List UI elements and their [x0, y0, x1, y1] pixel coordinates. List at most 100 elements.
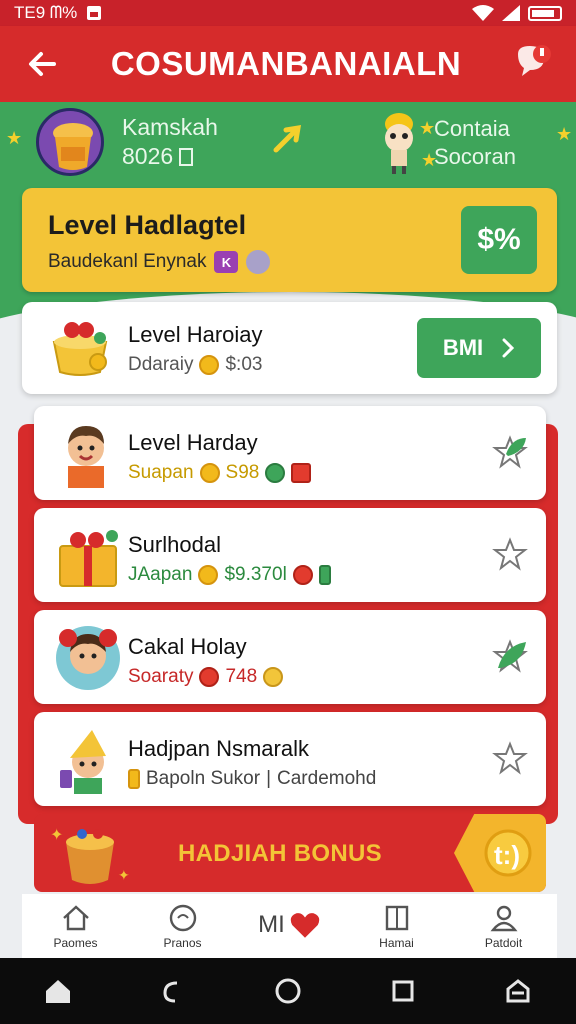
coin-icon: [199, 355, 220, 375]
favorite-star-icon[interactable]: [492, 740, 528, 776]
level-title: Level Hadlagtel: [48, 210, 247, 240]
favorite-star-icon[interactable]: [492, 536, 528, 572]
level-badge: K: [214, 251, 239, 273]
item-title: Hadjpan Nsmaralk: [128, 736, 309, 761]
list-item[interactable]: Hadjpan Nsmaralk Bapoln Sukor | Cardemoh…: [34, 712, 546, 806]
bmi-button-label: BMI: [442, 335, 484, 360]
status-bar: TE9 ᗰ%: [0, 0, 576, 26]
bonus-tag[interactable]: t:): [454, 814, 546, 892]
tab-label: Paomes: [53, 936, 98, 950]
partner-summary[interactable]: Contaia Socoran: [378, 110, 516, 176]
percent-button[interactable]: $%: [461, 206, 537, 274]
star-deco-icon: ★: [6, 128, 23, 148]
back-arrow-icon[interactable]: [22, 46, 62, 82]
level-card[interactable]: Level Hadlagtel Baudekanl Enynak K $%: [22, 188, 557, 292]
user-name: Kamskah: [122, 114, 218, 140]
coin-icon: [198, 565, 219, 585]
gift-basket-icon: [52, 322, 108, 376]
tab-pranos[interactable]: Pranos: [133, 902, 233, 950]
item-sub-label: Bapoln Sukor: [146, 768, 261, 789]
image-icon: [87, 6, 102, 20]
favorite-leaf-star-icon[interactable]: [492, 434, 528, 470]
tab-label: Patdoit: [484, 936, 523, 950]
level-subtitle: Baudekanl Enynak: [48, 251, 207, 272]
item-sub-label: Suapan: [128, 462, 194, 483]
boy-avatar-icon: [68, 426, 104, 488]
featured-card[interactable]: Level Haroiay Ddaraiy $:03 BMI: [22, 302, 557, 394]
kid-avatar-icon: [56, 626, 120, 690]
coin-stack-icon: [263, 667, 284, 687]
back-icon[interactable]: [157, 975, 189, 1007]
kid-hat-icon: [60, 730, 106, 794]
bonus-face-icon: t:): [484, 829, 532, 877]
system-nav-bar: [0, 958, 576, 1024]
list-item[interactable]: Surlhodal JAapan $9.370l: [34, 508, 546, 602]
level-token-icon: [246, 250, 271, 274]
profile-icon: [490, 905, 517, 932]
tray-icon[interactable]: [502, 975, 534, 1007]
tab-mi-label: MI: [258, 911, 285, 938]
coin-icon: [199, 463, 220, 483]
bmi-button[interactable]: BMI: [417, 318, 541, 378]
cup-icon: [53, 123, 93, 170]
bonus-tag-text: t:): [494, 840, 520, 870]
partner-sub: Socoran: [434, 144, 516, 169]
signal-icon: [502, 5, 520, 21]
bonus-cup-icon: ✦ ✦: [50, 827, 130, 884]
tag-icon: [128, 769, 140, 789]
tab-hamai[interactable]: Hamai: [347, 902, 447, 950]
book-icon: [385, 905, 408, 931]
favorite-leaf-star-icon[interactable]: [492, 638, 528, 674]
star-deco-icon: ★: [556, 124, 573, 144]
notification-icon[interactable]: [510, 42, 554, 86]
svg-text:✦: ✦: [118, 867, 130, 883]
mascot-icon: [385, 113, 413, 174]
bonus-banner[interactable]: ✦ ✦ HADJIAH BONUS t:): [34, 814, 546, 892]
item-sub-value: $9.370l: [224, 564, 287, 585]
tab-label: Hamai: [379, 936, 414, 950]
wifi-icon: [472, 5, 494, 21]
item-title: Surlhodal: [128, 532, 221, 557]
item-sub-label: JAapan: [128, 564, 193, 585]
heart-icon: [290, 913, 320, 938]
tab-home[interactable]: Paomes: [26, 902, 126, 950]
item-title: Level Harday: [128, 430, 258, 455]
tab-label: Pranos: [163, 936, 202, 950]
gift-box-icon: [59, 530, 118, 587]
circle-icon: [169, 904, 196, 932]
recents-icon[interactable]: [387, 975, 419, 1007]
item-sub-value: S98: [225, 462, 260, 483]
home-icon: [62, 905, 89, 931]
separator: |: [266, 768, 272, 789]
list-item[interactable]: Cakal Holay Soaraty 748: [34, 610, 546, 704]
green-token-icon: [265, 463, 286, 483]
item-title: Cakal Holay: [128, 634, 247, 659]
list-item[interactable]: Level Harday Suapan S98: [34, 406, 546, 500]
featured-sub-label: Ddaraiy: [128, 354, 194, 375]
item-sub-label: Soaraty: [128, 666, 194, 687]
user-avatar: [36, 108, 104, 176]
item-sub-value: 748: [225, 666, 258, 687]
status-time: TE9 ᗰ%: [14, 3, 78, 22]
green-token-icon: [318, 565, 331, 585]
red-coin-icon: [199, 667, 220, 687]
app-bar: COSUMANBANAIALN: [0, 26, 576, 102]
user-summary[interactable]: Kamskah 8026: [36, 108, 218, 176]
partner-name: Contaia: [434, 116, 510, 141]
battery-icon: [528, 5, 562, 21]
red-token-icon: [292, 565, 313, 585]
red-token-icon: [291, 463, 312, 483]
arrow-up-icon: [273, 124, 302, 153]
bonus-label: HADJIAH BONUS: [178, 840, 382, 867]
circle-home-icon[interactable]: [272, 975, 304, 1007]
featured-sub-value: $:03: [225, 354, 263, 375]
item-sub-value: Cardemohd: [277, 768, 377, 789]
bottom-tab-bar: Paomes Pranos MI Hamai Patdoit: [22, 894, 557, 958]
app-title: COSUMANBANAIALN: [110, 45, 462, 82]
tab-profile[interactable]: Patdoit: [454, 902, 554, 950]
coin-box-icon: [179, 147, 194, 166]
tab-mi[interactable]: MI: [240, 909, 340, 943]
svg-text:✦: ✦: [50, 827, 63, 844]
user-points: 8026: [122, 143, 174, 169]
home-icon[interactable]: [42, 975, 74, 1007]
